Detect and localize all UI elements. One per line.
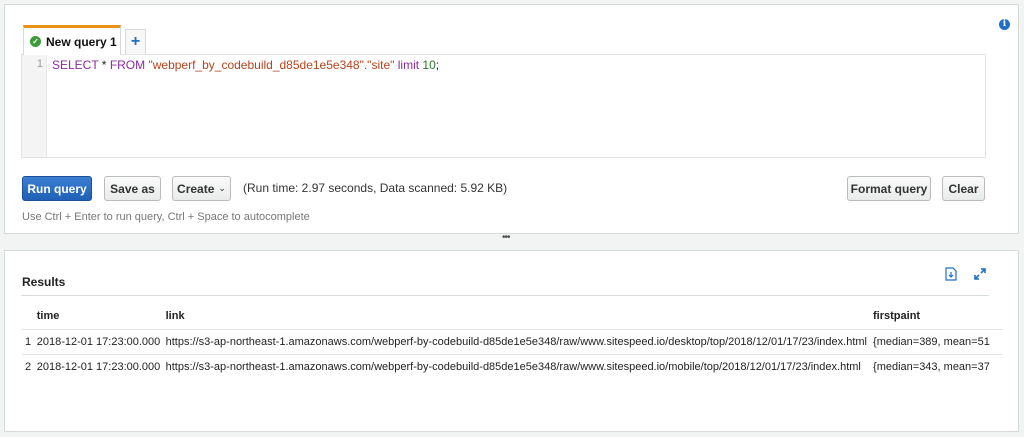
- column-header-link[interactable]: link: [166, 304, 873, 329]
- cell-firstpaint: {median=343, mean=37: [873, 353, 1003, 379]
- results-panel: Results time link firstpaint 1 2018-12-0…: [4, 250, 1019, 432]
- cell-time: 2018-12-01 17:23:00.000: [36, 353, 166, 379]
- query-text[interactable]: SELECT * FROM "webperf_by_codebuild_d85d…: [52, 58, 439, 72]
- results-table: time link firstpaint 1 2018-12-01 17:23:…: [22, 304, 1003, 379]
- create-button[interactable]: Create ⌄: [172, 176, 231, 201]
- run-time-status: (Run time: 2.97 seconds, Data scanned: 5…: [243, 181, 508, 195]
- clear-button[interactable]: Clear: [942, 176, 985, 201]
- keyword-from: FROM: [109, 58, 146, 72]
- check-circle-icon: ✓: [30, 36, 41, 47]
- line-number: 1: [36, 58, 43, 70]
- table-row: 2 2018-12-01 17:23:00.000 https://s3-ap-…: [22, 353, 1003, 379]
- query-editor-panel: ✓ New query 1 + i 1 SELECT * FROM "webpe…: [4, 4, 1019, 234]
- cell-time: 2018-12-01 17:23:00.000: [36, 328, 166, 354]
- column-header-firstpaint[interactable]: firstpaint: [873, 304, 1003, 329]
- row-number-header: [22, 304, 37, 329]
- results-title: Results: [22, 275, 66, 289]
- results-viewport: Results time link firstpaint 1 2018-12-0…: [5, 251, 1003, 433]
- chevron-down-icon: ⌄: [218, 183, 226, 193]
- format-query-button[interactable]: Format query: [847, 176, 931, 201]
- column-header-time[interactable]: time: [37, 304, 166, 329]
- table-header-row: time link firstpaint: [22, 304, 1003, 329]
- star: *: [98, 58, 110, 72]
- info-icon[interactable]: i: [999, 19, 1010, 30]
- cell-link: https://s3-ap-northeast-1.amazonaws.com/…: [165, 328, 874, 354]
- row-number: 1: [22, 328, 37, 354]
- run-query-button[interactable]: Run query: [22, 176, 92, 201]
- save-as-button[interactable]: Save as: [104, 176, 161, 201]
- download-file-icon[interactable]: [945, 267, 959, 281]
- tab-label: New query 1: [46, 34, 117, 49]
- row-number: 2: [22, 353, 37, 379]
- resize-handle[interactable]: •••: [502, 232, 510, 243]
- cell-link: https://s3-ap-northeast-1.amazonaws.com/…: [165, 353, 874, 379]
- results-actions: [945, 267, 987, 281]
- table-row: 1 2018-12-01 17:23:00.000 https://s3-ap-…: [22, 328, 1003, 354]
- divider: [21, 295, 989, 296]
- add-query-tab-button[interactable]: +: [125, 29, 146, 55]
- keyboard-hint: Use Ctrl + Enter to run query, Ctrl + Sp…: [22, 211, 310, 223]
- semicolon: ;: [435, 58, 440, 72]
- expand-icon[interactable]: [973, 267, 987, 281]
- keyword-select: SELECT: [52, 58, 99, 72]
- query-editor[interactable]: 1 SELECT * FROM "webperf_by_codebuild_d8…: [21, 54, 986, 158]
- limit-value: 10: [422, 58, 436, 72]
- keyword-limit: limit: [397, 58, 420, 72]
- editor-gutter: 1: [22, 55, 47, 157]
- table-name: "webperf_by_codebuild_d85de1e5e348"."sit…: [148, 58, 395, 72]
- tab-new-query-1[interactable]: ✓ New query 1: [23, 25, 121, 55]
- cell-firstpaint: {median=389, mean=51: [873, 328, 1003, 354]
- create-label: Create: [177, 181, 215, 196]
